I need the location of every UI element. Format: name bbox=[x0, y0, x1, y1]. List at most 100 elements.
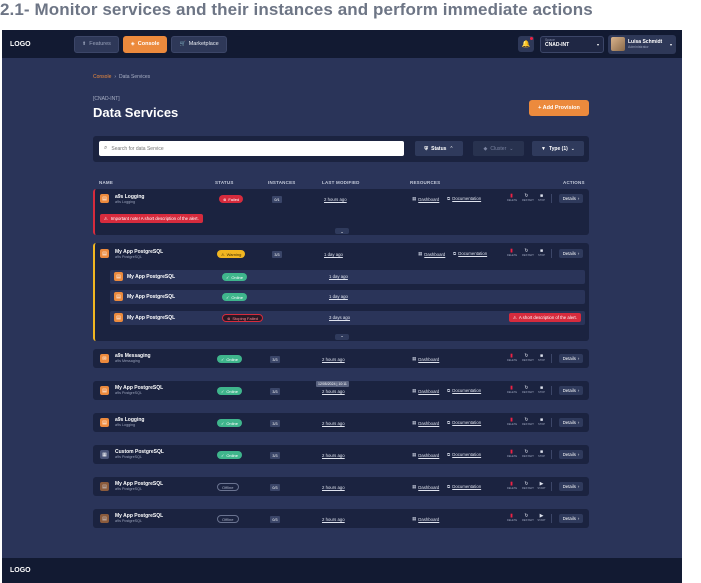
details-button[interactable]: Details › bbox=[559, 418, 583, 427]
dashboard-link[interactable]: ▦ Dashboard bbox=[412, 388, 439, 394]
chevron-down-icon: ▾ bbox=[669, 41, 672, 47]
notifications-button[interactable]: 🔔 bbox=[518, 36, 534, 52]
dashboard-link[interactable]: ▦ Dashboard bbox=[412, 452, 439, 458]
breadcrumb-console-link[interactable]: Console bbox=[93, 74, 111, 80]
last-modified[interactable]: 2 hours ago bbox=[322, 421, 345, 426]
instance-row[interactable]: ▤ My App PostgreSQL ⊗ Stoping Failed 3 da… bbox=[110, 311, 585, 325]
documentation-link[interactable]: ⧉ Documentation bbox=[453, 251, 487, 256]
delete-button[interactable]: ▮ DELETE bbox=[507, 513, 517, 522]
last-modified[interactable]: 2 hours ago bbox=[322, 389, 345, 394]
stop-button[interactable]: ■ STOP bbox=[537, 248, 546, 257]
details-button[interactable]: Details › bbox=[559, 194, 583, 203]
last-modified[interactable]: 2 hours ago bbox=[324, 197, 347, 202]
collapse-toggle[interactable]: ⌄ bbox=[335, 228, 349, 234]
nav-marketplace-button[interactable]: 🛒 Marketplace bbox=[171, 35, 227, 53]
dashboard-icon: ▦ bbox=[418, 251, 423, 256]
add-provision-button[interactable]: + Add Provision bbox=[529, 100, 589, 116]
status-badge-label: Warning bbox=[226, 251, 242, 257]
last-modified[interactable]: 1 day ago bbox=[324, 252, 343, 257]
chevron-right-icon: › bbox=[577, 251, 580, 256]
instance-row[interactable]: ▤ My App PostgreSQL ✓ Online 1 day ago bbox=[110, 290, 585, 304]
last-modified[interactable]: 2 hours ago bbox=[322, 453, 345, 458]
rocket-icon: ⬆ bbox=[82, 41, 87, 47]
last-modified[interactable]: 3 days ago bbox=[329, 315, 350, 320]
restart-label: RESTART bbox=[522, 455, 534, 458]
documentation-link[interactable]: ⧉ Documentation bbox=[447, 388, 481, 393]
restart-button[interactable]: ↻ RESTART bbox=[522, 385, 534, 394]
dashboard-link[interactable]: ▦ Dashboard bbox=[412, 196, 439, 202]
details-button[interactable]: Details › bbox=[559, 482, 583, 491]
stop-button[interactable]: ■ STOP bbox=[537, 385, 546, 394]
cluster-filter-button[interactable]: ◆ Cluster ⌄ bbox=[473, 141, 524, 156]
delete-button[interactable]: ▮ DELETE bbox=[507, 385, 517, 394]
stop-button[interactable]: ■ STOP bbox=[537, 193, 546, 202]
restart-label: RESTART bbox=[522, 199, 534, 202]
search-input[interactable] bbox=[111, 145, 392, 152]
dashboard-link-label: Dashboard bbox=[418, 420, 440, 426]
documentation-link[interactable]: ⧉ Documentation bbox=[447, 452, 481, 457]
details-button[interactable]: Details › bbox=[559, 450, 583, 459]
documentation-link[interactable]: ⧉ Documentation bbox=[447, 420, 481, 425]
last-modified[interactable]: 2 hours ago bbox=[322, 357, 345, 362]
details-button[interactable]: Details › bbox=[559, 386, 583, 395]
documentation-link[interactable]: ⧉ Documentation bbox=[447, 484, 481, 489]
details-button[interactable]: Details › bbox=[559, 249, 583, 258]
type-filter-button[interactable]: ▼ Type (1) ⌄ bbox=[532, 141, 584, 156]
restart-button[interactable]: ↻ RESTART bbox=[522, 417, 534, 426]
delete-button[interactable]: ▮ DELETE bbox=[507, 353, 517, 362]
dashboard-link[interactable]: ▦ Dashboard bbox=[412, 420, 439, 426]
restart-button[interactable]: ↻ RESTART bbox=[522, 481, 534, 490]
stop-label: STOP bbox=[537, 455, 545, 458]
last-modified[interactable]: 1 day ago bbox=[329, 294, 348, 299]
stop-button[interactable]: ■ STOP bbox=[537, 417, 546, 426]
column-header-instances[interactable]: INSTANCES bbox=[268, 180, 295, 185]
delete-button[interactable]: ▮ DELETE bbox=[507, 417, 517, 426]
user-menu[interactable]: Luisa Schmidt Administrator ▾ bbox=[608, 34, 676, 54]
dashboard-icon: ▦ bbox=[412, 196, 417, 201]
search-box[interactable]: ⌕ bbox=[99, 141, 404, 156]
nav-console-button[interactable]: ◈ Console bbox=[122, 35, 168, 53]
restart-button[interactable]: ↻ RESTART bbox=[522, 193, 534, 202]
dashboard-link[interactable]: ▦ Dashboard bbox=[412, 356, 439, 362]
service-row: ▦ Custom PostgreSQL a9s PostgreSQL ✓ Onli… bbox=[93, 445, 589, 464]
divider bbox=[551, 249, 552, 258]
delete-button[interactable]: ▮ DELETE bbox=[507, 449, 517, 458]
dashboard-link[interactable]: ▦ Dashboard bbox=[412, 516, 439, 522]
external-link-icon: ⧉ bbox=[447, 388, 451, 393]
nav-features-button[interactable]: ⬆ Features bbox=[74, 35, 119, 53]
collapse-toggle[interactable]: ⌃ bbox=[335, 334, 349, 340]
status-badge: ✓ Online bbox=[217, 451, 242, 459]
details-label: Details bbox=[562, 516, 576, 521]
delete-button[interactable]: ▮ DELETE bbox=[507, 481, 517, 490]
check-icon: ✓ bbox=[221, 388, 225, 394]
column-header-last-modified[interactable]: LAST MODIFIED bbox=[322, 180, 360, 185]
last-modified[interactable]: 2 hours ago bbox=[322, 485, 345, 490]
delete-button[interactable]: ▮ DELETE bbox=[507, 193, 517, 202]
last-modified[interactable]: 2 hours ago bbox=[322, 517, 345, 522]
column-header-status[interactable]: STATUS bbox=[215, 180, 234, 185]
start-button[interactable]: ▶ START bbox=[537, 513, 546, 522]
restart-button[interactable]: ↻ RESTART bbox=[522, 513, 534, 522]
details-button[interactable]: Details › bbox=[559, 514, 583, 523]
column-header-name[interactable]: NAME bbox=[99, 180, 113, 185]
space-selector[interactable]: Space CNAD-INT ▾ bbox=[540, 35, 604, 53]
restart-button[interactable]: ↻ RESTART bbox=[522, 449, 534, 458]
dashboard-link[interactable]: ▦ Dashboard bbox=[412, 484, 439, 490]
dashboard-link-label: Dashboard bbox=[424, 251, 446, 257]
instance-row[interactable]: ▤ My App PostgreSQL ✓ Online 1 day ago bbox=[110, 270, 585, 284]
stop-label: STOP bbox=[537, 391, 545, 394]
stop-button[interactable]: ■ STOP bbox=[537, 353, 546, 362]
restart-button[interactable]: ↻ RESTART bbox=[522, 353, 534, 362]
documentation-link[interactable]: ⧉ Documentation bbox=[447, 196, 481, 201]
stop-button[interactable]: ■ STOP bbox=[537, 449, 546, 458]
status-badge: ✓ Online bbox=[217, 419, 242, 427]
cluster-filter-label: Cluster bbox=[490, 145, 507, 152]
service-type: a9s Logging bbox=[115, 423, 136, 427]
start-button[interactable]: ▶ START bbox=[537, 481, 546, 490]
last-modified[interactable]: 1 day ago bbox=[329, 274, 348, 279]
restart-button[interactable]: ↻ RESTART bbox=[522, 248, 534, 257]
details-button[interactable]: Details › bbox=[559, 354, 583, 363]
delete-button[interactable]: ▮ DELETE bbox=[507, 248, 517, 257]
status-filter-button[interactable]: ⛨ Status ⌃ bbox=[415, 141, 463, 156]
dashboard-link[interactable]: ▦ Dashboard bbox=[418, 251, 445, 257]
